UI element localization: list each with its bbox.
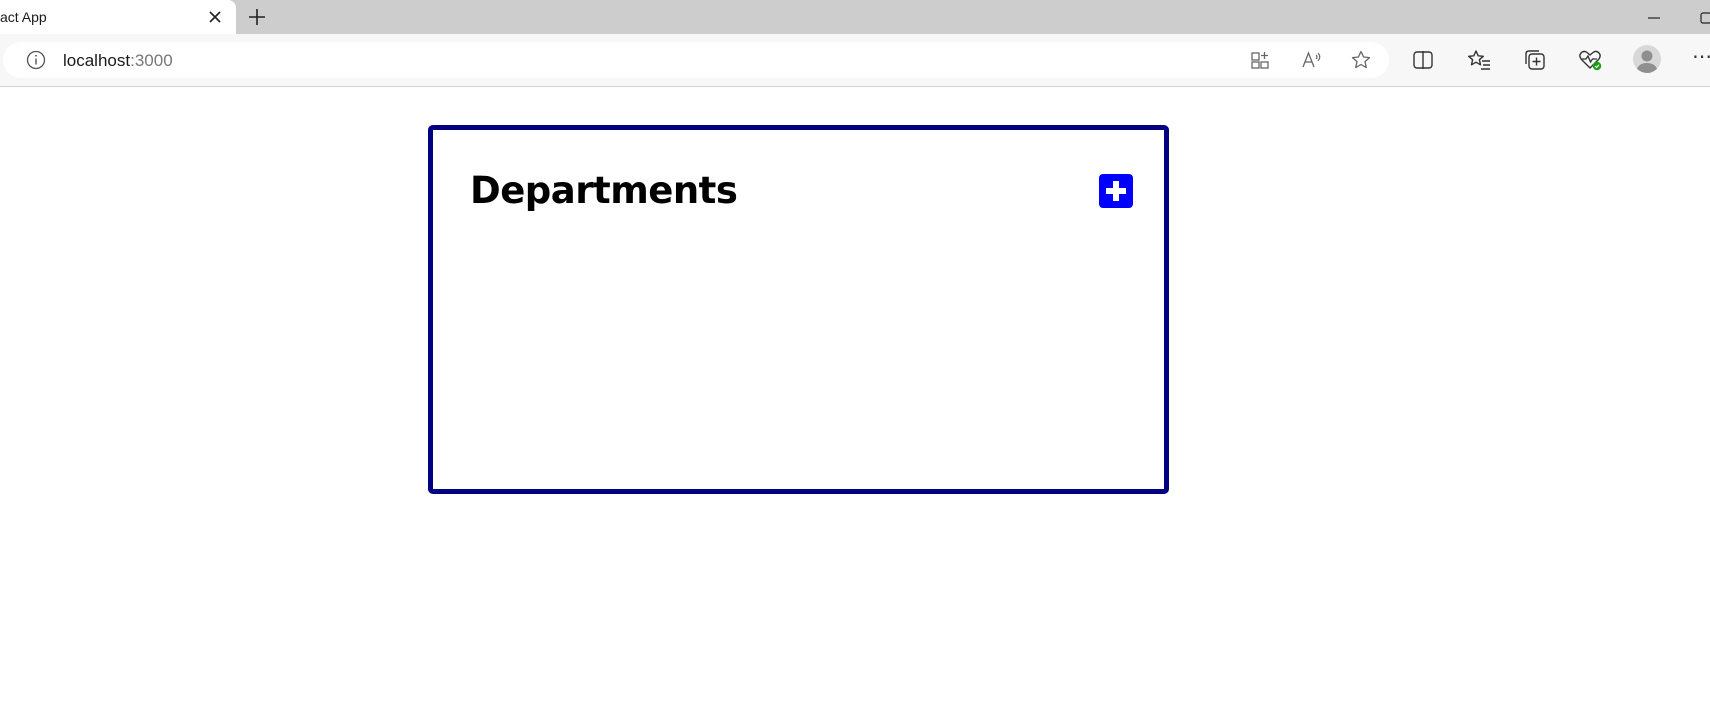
browser-tab[interactable]: act App (0, 0, 236, 34)
app-available-icon[interactable] (1248, 48, 1272, 72)
tab-strip: act App (0, 0, 1710, 34)
url-text[interactable]: localhost:3000 (63, 51, 173, 71)
collections-icon[interactable] (1522, 47, 1548, 73)
restore-icon[interactable] (1700, 10, 1710, 24)
more-options-icon[interactable]: ⋯ (1692, 44, 1710, 69)
favorites-icon[interactable] (1466, 47, 1492, 73)
page-title: Departments (470, 169, 738, 212)
read-aloud-icon[interactable] (1299, 48, 1323, 72)
departments-card: Departments (428, 125, 1169, 494)
close-icon[interactable] (205, 7, 225, 27)
minimize-icon[interactable] (1644, 8, 1664, 28)
profile-avatar[interactable] (1633, 45, 1661, 73)
info-icon[interactable] (25, 49, 47, 71)
tab-title: act App (0, 9, 47, 25)
plus-icon (1106, 181, 1126, 201)
url-port: :3000 (130, 51, 173, 70)
user-icon (1636, 50, 1658, 73)
url-host: localhost (63, 51, 131, 70)
new-tab-icon[interactable] (246, 6, 268, 28)
add-department-button[interactable] (1099, 174, 1133, 208)
split-screen-icon[interactable] (1410, 47, 1436, 73)
browser-toolbar: localhost:3000 ⋯ (0, 34, 1710, 87)
browser-essentials-icon[interactable] (1577, 47, 1603, 73)
address-bar[interactable]: localhost:3000 (3, 42, 1389, 78)
favorite-star-icon[interactable] (1349, 48, 1373, 72)
